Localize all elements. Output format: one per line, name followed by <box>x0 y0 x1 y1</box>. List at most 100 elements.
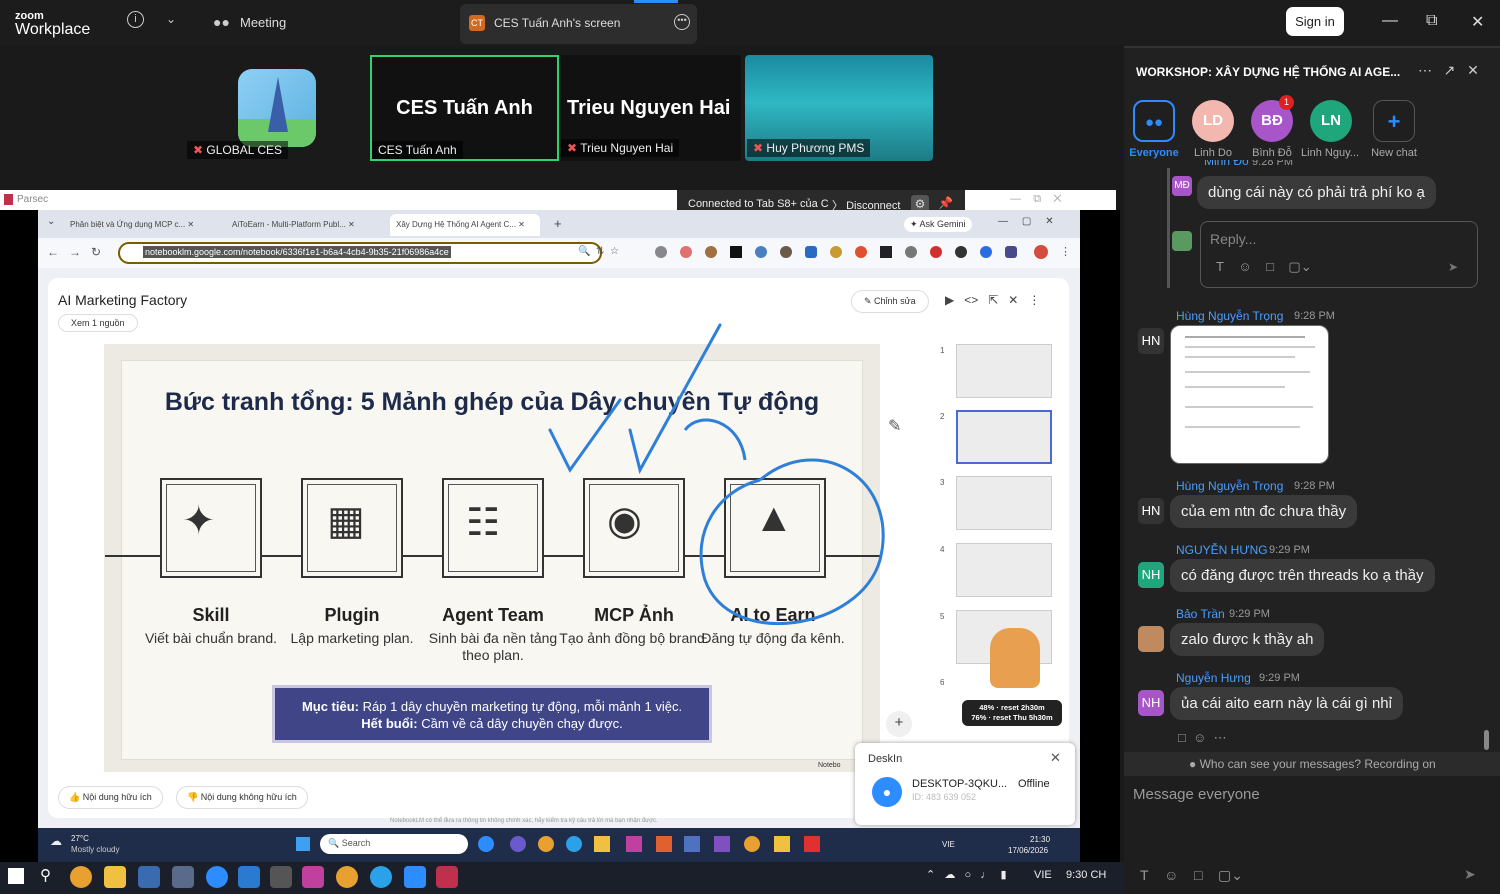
message-time: 9:29 PM <box>1269 544 1310 556</box>
clock[interactable]: 9:30 CH <box>1066 869 1106 881</box>
parsec-title: Parsec <box>17 194 49 205</box>
extension-icons[interactable] <box>655 246 1025 260</box>
profile-avatar[interactable] <box>1034 245 1048 259</box>
chrome-icon[interactable] <box>336 866 358 888</box>
url-text[interactable]: notebooklm.google.com/notebook/6336f1e1-… <box>143 246 451 258</box>
settings-icon[interactable] <box>270 866 292 888</box>
zoom-icon[interactable] <box>404 866 426 888</box>
close-icon[interactable]: ✕ <box>1050 750 1061 766</box>
composer-toolbar[interactable]: T ☺ □ ▢⌄ <box>1140 867 1243 884</box>
file-explorer-icon[interactable] <box>104 866 126 888</box>
avatar: HN <box>1138 498 1164 524</box>
participant-name: ✖ Huy Phương PMS <box>747 139 871 157</box>
recipient-linh-nguyen[interactable]: LN <box>1310 100 1352 142</box>
goal-box: Mục tiêu: Ráp 1 dây chuyền marketing tự … <box>272 685 712 743</box>
thumb-number: 1 <box>940 346 945 355</box>
reply-toolbar[interactable]: T ☺ □ ▢⌄ <box>1216 259 1312 275</box>
windows-start-icon[interactable] <box>296 837 310 851</box>
step-name: Skill <box>192 605 230 625</box>
more-icon[interactable]: ••• <box>674 14 690 30</box>
weather-desc: Mostly cloudy <box>71 845 120 854</box>
avatar: HN <box>1138 328 1164 354</box>
slide-thumbnail[interactable] <box>956 476 1052 530</box>
minimize-icon[interactable]: — <box>1382 12 1398 30</box>
telegram-icon[interactable] <box>370 866 392 888</box>
remote-time: 21:30 <box>1030 835 1051 844</box>
recipient-label: New chat <box>1371 147 1417 159</box>
slide-toolbar[interactable]: ▶ <> ⇱ ✕ ⋮ <box>945 293 1040 307</box>
message-input[interactable]: Message everyone <box>1133 786 1260 803</box>
chat-scrollbar[interactable] <box>1484 730 1489 750</box>
useful-button[interactable]: 👍 Nội dung hữu ích <box>58 786 163 809</box>
view-source-button[interactable]: Xem 1 nguồn <box>58 314 138 332</box>
app-icon[interactable] <box>138 866 160 888</box>
reply-input[interactable]: Reply... <box>1210 231 1256 247</box>
chrome-icon[interactable] <box>70 866 92 888</box>
remote-taskbar-apps[interactable] <box>478 836 820 852</box>
sender-name: Nguyễn Hưng <box>1176 671 1251 685</box>
new-chat-button[interactable]: + <box>1373 100 1415 142</box>
chat-message[interactable]: có đăng được trên threads ko ạ thầy <box>1170 559 1435 592</box>
thumb-number: 3 <box>940 478 945 487</box>
sign-in-button[interactable]: Sign in <box>1286 7 1344 36</box>
app-icon[interactable] <box>302 866 324 888</box>
windows-start-icon[interactable] <box>8 868 24 884</box>
add-slide-button[interactable]: + <box>886 711 912 737</box>
remote-lang[interactable]: VIE <box>942 840 955 849</box>
restore-icon[interactable]: ⧉ <box>1426 12 1437 30</box>
video-tile-ces-tuan-anh[interactable]: CES Tuấn Anh CES Tuấn Anh <box>370 55 559 161</box>
browser-tab[interactable]: AiToEarn - Multi-Platform Publ... ✕ <box>232 214 380 236</box>
nav-buttons[interactable]: ← → ↻ <box>47 245 101 259</box>
image-attachment[interactable] <box>1170 325 1329 464</box>
video-tile-huy-phuong[interactable]: ✖ Huy Phương PMS <box>745 55 933 161</box>
video-tile-trieu-nguyen-hai[interactable]: Trieu Nguyen Hai ✖ Trieu Nguyen Hai <box>561 55 741 161</box>
not-useful-button[interactable]: 👎 Nội dung không hữu ích <box>176 786 308 809</box>
info-icon[interactable]: i <box>127 11 144 28</box>
chat-header-actions[interactable]: ⋯ ↗ ✕ <box>1418 62 1479 79</box>
chat-message[interactable]: dùng cái này có phải trả phí ko ạ <box>1197 176 1436 209</box>
parsec-window-controls[interactable]: — ⧉ ✕ <box>1010 193 1062 206</box>
browser-window-controls[interactable]: — ▢ ✕ <box>998 216 1054 227</box>
remote-search-box[interactable]: 🔍 Search <box>320 834 468 854</box>
browser-tab[interactable]: Phân biệt và Ứng dụng MCP c... ✕ <box>70 214 218 236</box>
meeting-label[interactable]: Meeting <box>240 15 286 30</box>
recipient-linh-do[interactable]: LD <box>1192 100 1234 142</box>
send-icon[interactable]: ➤ <box>1464 866 1476 883</box>
participant-big-name: CES Tuấn Anh <box>396 97 533 119</box>
address-actions[interactable]: 🔍 ⇅ ☆ <box>578 246 619 257</box>
org-chart-icon: ☷ <box>466 502 501 544</box>
message-time: 9:29 PM <box>1259 672 1300 684</box>
new-tab-icon[interactable]: + <box>554 216 562 231</box>
keyboard-lang[interactable]: VIE <box>1034 869 1052 881</box>
ask-gemini-button[interactable]: ✦ Ask Gemini <box>904 217 972 232</box>
send-icon[interactable]: ➤ <box>1448 260 1458 274</box>
slide-thumbnail[interactable] <box>956 543 1052 597</box>
pin-icon[interactable]: 📌 <box>938 196 953 210</box>
browser-menu-icon[interactable]: ⋮ <box>1060 245 1071 258</box>
chat-message[interactable]: zalo được k thầy ah <box>1170 623 1325 656</box>
chat-message[interactable]: ủa cái aito earn này là cái gì nhỉ <box>1170 687 1403 720</box>
chat-message[interactable]: của em ntn đc chưa thầy <box>1170 495 1358 528</box>
disclaimer: NotebookLM có thể đưa ra thông tin không… <box>390 818 658 824</box>
privacy-notice[interactable]: ● Who can see your messages? Recording o… <box>1189 757 1436 771</box>
parsec-icon[interactable] <box>436 866 458 888</box>
zalo-icon[interactable] <box>206 866 228 888</box>
vscode-icon[interactable] <box>238 866 260 888</box>
tab-list-icon[interactable]: ⌄ <box>47 216 55 227</box>
search-icon[interactable]: ⚲ <box>40 866 51 884</box>
slide-thumbnail[interactable] <box>956 344 1052 398</box>
chevron-down-icon[interactable]: ⌄ <box>166 12 176 26</box>
video-tile-global-ces[interactable]: ✖ GLOBAL CES <box>185 55 365 161</box>
corgi-mascot <box>990 628 1040 688</box>
close-icon[interactable]: ✕ <box>1471 12 1484 32</box>
tray-icons[interactable]: ⌃ ☁ ○ ♩ ▮ <box>926 868 1007 881</box>
message-actions[interactable]: □ ☺ ⋯ <box>1178 730 1227 746</box>
everyone-recipient[interactable]: ●● <box>1133 100 1175 142</box>
computer-avatar-icon: ● <box>872 777 902 807</box>
browser-tab-active[interactable]: Xây Dựng Hệ Thống AI Agent C... ✕ <box>390 214 540 236</box>
app-icon[interactable] <box>172 866 194 888</box>
device-name[interactable]: DESKTOP-3QKU... <box>912 778 1007 790</box>
slide-thumbnail-active[interactable] <box>956 410 1052 464</box>
video-strip <box>0 46 1120 190</box>
pen-tool-icon[interactable]: ✎ <box>888 416 901 436</box>
